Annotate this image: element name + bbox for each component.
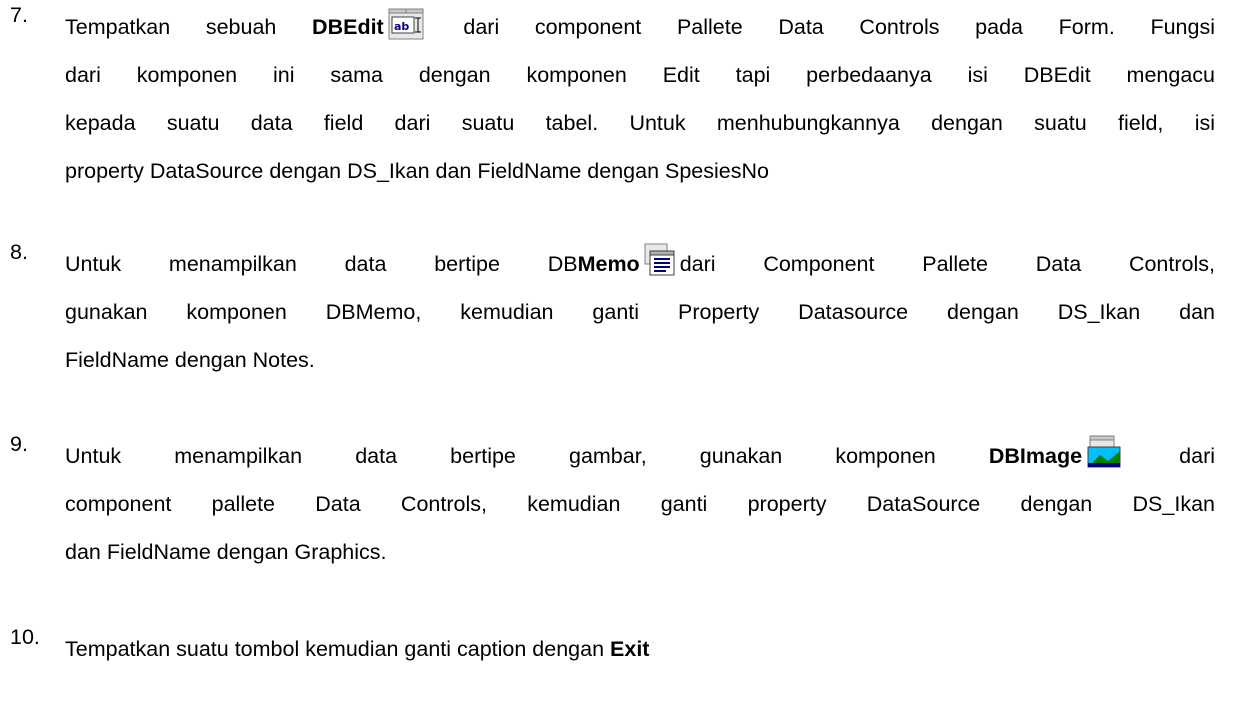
text-run: Untuk menampilkan data bertipe DB xyxy=(65,252,578,276)
text-run: dari Component Pallete Data Controls, xyxy=(679,252,1215,276)
bold-term: Memo xyxy=(577,252,640,276)
list-item-text: Untuk menampilkan data bertipe gambar, g… xyxy=(65,432,1215,576)
text-line: Tempatkan suatu tombol kemudian ganti ca… xyxy=(65,625,1215,673)
text-line: Untuk menampilkan data bertipe DBMemo da… xyxy=(65,240,1215,288)
document-page: 7. Tempatkan sebuah DBEdit ab dari compo… xyxy=(0,0,1243,711)
text-line: dan FieldName dengan Graphics. xyxy=(65,540,387,564)
bold-term: DBImage xyxy=(988,444,1083,468)
text-run: dari component Pallete Data Controls pad… xyxy=(427,15,1215,39)
text-line: property DataSource dengan DS_Ikan dan F… xyxy=(65,159,769,183)
bold-term: DBEdit xyxy=(312,15,384,39)
list-item-text: Tempatkan sebuah DBEdit ab dari componen… xyxy=(65,3,1215,195)
dbmemo-icon xyxy=(644,243,676,277)
list-number: 8. xyxy=(10,240,28,264)
dbedit-icon: ab xyxy=(388,8,424,40)
text-line: FieldName dengan Notes. xyxy=(65,348,315,372)
text-line: gunakan komponen DBMemo, kemudian ganti … xyxy=(65,300,1215,324)
list-number: 7. xyxy=(10,3,28,27)
text-run: Tempatkan suatu tombol kemudian ganti ca… xyxy=(65,637,611,661)
text-run: dari xyxy=(1126,444,1215,468)
text-line: Tempatkan sebuah DBEdit ab dari componen… xyxy=(65,3,1215,51)
text-line: Untuk menampilkan data bertipe gambar, g… xyxy=(65,432,1215,480)
text-run: Tempatkan sebuah xyxy=(65,15,313,39)
list-item-text: Untuk menampilkan data bertipe DBMemo da… xyxy=(65,240,1215,384)
text-run: Untuk menampilkan data bertipe gambar, g… xyxy=(65,444,989,468)
text-line: dari komponen ini sama dengan komponen E… xyxy=(65,63,1215,87)
list-number: 10. xyxy=(10,625,40,649)
list-number: 9. xyxy=(10,432,28,456)
text-line: kepada suatu data field dari suatu tabel… xyxy=(65,111,1215,135)
text-line: component pallete Data Controls, kemudia… xyxy=(65,492,1215,516)
list-item-text: Tempatkan suatu tombol kemudian ganti ca… xyxy=(65,625,1215,673)
dbedit-icon-label: ab xyxy=(394,20,409,33)
dbimage-icon xyxy=(1086,435,1122,469)
bold-term: Exit xyxy=(610,637,650,661)
